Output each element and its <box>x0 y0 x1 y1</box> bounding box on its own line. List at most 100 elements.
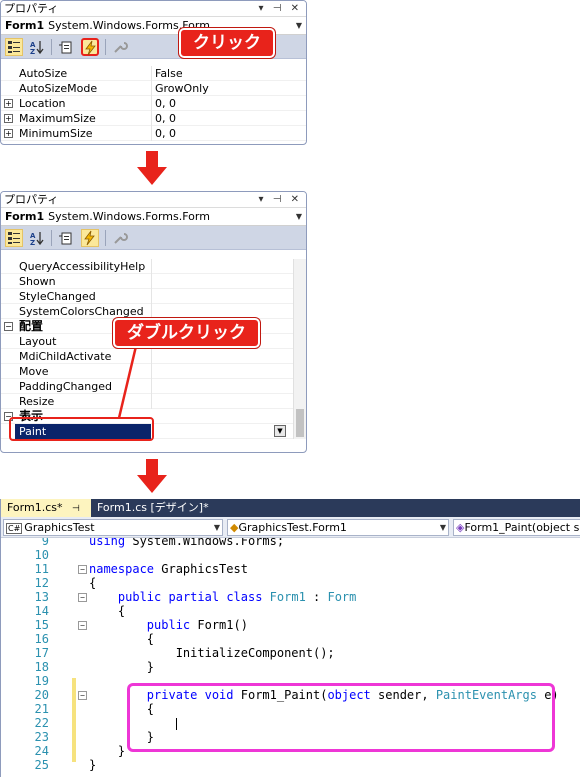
property-value[interactable]: GrowOnly <box>155 81 209 96</box>
properties-panel-2: プロパティ ▾ ⊣ ✕ Form1 System.Windows.Forms.Fo… <box>0 191 307 453</box>
chevron-down-icon: ▼ <box>439 523 446 532</box>
property-value[interactable]: 0, 0 <box>155 96 176 111</box>
properties-button[interactable] <box>57 229 75 247</box>
property-row[interactable]: + Location 0, 0 <box>1 96 306 111</box>
event-row[interactable]: SystemColorsChanged <box>1 304 293 319</box>
panel-title-bar: プロパティ ▾ ⊣ ✕ <box>1 192 306 208</box>
properties-toolbar: AZ <box>1 226 306 250</box>
lightning-icon <box>84 230 95 246</box>
property-pages-button[interactable] <box>111 38 129 56</box>
sort-az-icon: AZ <box>30 232 44 247</box>
property-name: AutoSizeMode <box>19 82 98 95</box>
class-dropdown[interactable]: ◆GraphicsTest.Form1 ▼ <box>227 519 449 536</box>
event-name: SystemColorsChanged <box>19 305 144 318</box>
property-row[interactable]: + MaximumSize 0, 0 <box>1 111 306 126</box>
event-name: StyleChanged <box>19 290 96 303</box>
expand-icon[interactable]: + <box>4 99 13 108</box>
expand-icon[interactable]: + <box>4 129 13 138</box>
object-name: Form1 <box>5 210 45 223</box>
property-value[interactable]: 0, 0 <box>155 111 176 126</box>
chevron-down-icon: ▼ <box>213 523 220 532</box>
event-row[interactable]: PaddingChanged <box>1 379 293 394</box>
property-name: MaximumSize <box>19 112 96 125</box>
wrench-icon <box>114 42 128 53</box>
categorized-icon <box>8 232 20 244</box>
csharp-icon: C# <box>6 523 23 534</box>
property-row[interactable]: AutoSize False <box>1 66 306 81</box>
member-dropdown[interactable]: ◈Form1_Paint(object se <box>453 519 580 536</box>
properties-icon <box>59 41 72 54</box>
event-name: Shown <box>19 275 56 288</box>
event-name: MdiChildActivate <box>19 350 112 363</box>
object-name: Form1 <box>5 19 45 32</box>
events-button[interactable] <box>81 38 99 56</box>
toolbar-separator <box>105 39 106 55</box>
property-name: Location <box>19 97 66 110</box>
event-row[interactable]: Resize <box>1 394 293 409</box>
collapse-icon[interactable]: − <box>4 322 13 331</box>
event-value-dropdown[interactable]: ▼ <box>274 425 286 437</box>
svg-text:Z: Z <box>30 48 35 55</box>
property-value[interactable]: 0, 0 <box>155 126 176 141</box>
event-row[interactable]: StyleChanged <box>1 289 293 304</box>
property-pages-button[interactable] <box>111 229 129 247</box>
event-grid: QueryAccessibilityHelp Shown StyleChange… <box>1 259 293 439</box>
property-name: MinimumSize <box>19 127 93 140</box>
event-row[interactable]: Shown <box>1 274 293 289</box>
object-type: System.Windows.Forms.Form <box>48 210 210 223</box>
event-row[interactable]: Move <box>1 364 293 379</box>
properties-panel-1: プロパティ ▾ ⊣ ✕ Form1 System.Windows.Forms.Fo… <box>0 0 307 145</box>
event-row[interactable]: MdiChildActivate <box>1 349 293 364</box>
alphabetical-button[interactable]: AZ <box>28 38 46 56</box>
click-callout: クリック <box>179 28 275 58</box>
panel-title: プロパティ <box>4 2 59 15</box>
property-row[interactable]: + MinimumSize 0, 0 <box>1 126 306 141</box>
tab-label: Form1.cs* <box>7 501 63 514</box>
toolbar-separator <box>51 230 52 246</box>
event-name: QueryAccessibilityHelp <box>19 260 146 273</box>
properties-button[interactable] <box>57 38 75 56</box>
event-name: Resize <box>19 395 55 408</box>
property-value[interactable]: False <box>155 66 183 81</box>
tab-form1-cs[interactable]: Form1.cs* ⊣ ✕ <box>1 499 91 533</box>
chevron-down-icon[interactable]: ▼ <box>296 208 302 225</box>
properties-icon <box>59 232 72 245</box>
chevron-down-icon[interactable]: ▼ <box>296 17 302 34</box>
tab-label: Form1.cs [デザイン]* <box>97 501 209 514</box>
document-tabs: Form1.cs* ⊣ ✕ Form1.cs [デザイン]* <box>1 499 580 533</box>
code-line: 17 InitializeComponent(); <box>34 646 335 660</box>
object-selector[interactable]: Form1 System.Windows.Forms.Form ▼ <box>1 208 306 226</box>
event-name: PaddingChanged <box>19 380 112 393</box>
code-line: 12{ <box>34 576 97 590</box>
property-row[interactable]: AutoSizeMode GrowOnly <box>1 81 306 96</box>
tab-form1-design[interactable]: Form1.cs [デザイン]* <box>91 499 215 517</box>
callout-pointer <box>117 342 139 419</box>
code-line: −15 public Form1() <box>34 618 248 632</box>
window-controls[interactable]: ▾ ⊣ ✕ <box>259 1 302 16</box>
categorized-icon <box>8 41 20 53</box>
code-line: 25} <box>34 758 97 772</box>
toolbar-separator <box>51 39 52 55</box>
expand-icon[interactable]: + <box>4 114 13 123</box>
line-code: using System.Windows.Forms; <box>89 538 285 548</box>
project-dropdown[interactable]: C# GraphicsTest ▼ <box>3 519 223 536</box>
panel-title: プロパティ <box>4 193 59 206</box>
scrollbar[interactable] <box>293 259 306 439</box>
navigation-bar: C# GraphicsTest ▼ ◆GraphicsTest.Form1 ▼ ◈… <box>1 517 580 538</box>
events-button[interactable] <box>81 229 99 247</box>
down-arrow-icon <box>137 151 167 185</box>
scroll-thumb[interactable] <box>296 409 304 437</box>
panel-title-bar: プロパティ ▾ ⊣ ✕ <box>1 1 306 17</box>
window-controls[interactable]: ▾ ⊣ ✕ <box>259 192 302 207</box>
alphabetical-button[interactable]: AZ <box>28 229 46 247</box>
down-arrow-icon <box>137 459 167 493</box>
code-line: −11 namespace GraphicsTest <box>34 562 248 576</box>
code-line: 16 { <box>34 632 155 646</box>
toolbar-separator <box>105 230 106 246</box>
categorized-button[interactable] <box>5 229 23 247</box>
svg-text:Z: Z <box>30 239 35 246</box>
method-highlight-box <box>127 683 555 752</box>
categorized-button[interactable] <box>5 38 23 56</box>
event-row[interactable]: QueryAccessibilityHelp <box>1 259 293 274</box>
wrench-icon <box>114 233 128 244</box>
